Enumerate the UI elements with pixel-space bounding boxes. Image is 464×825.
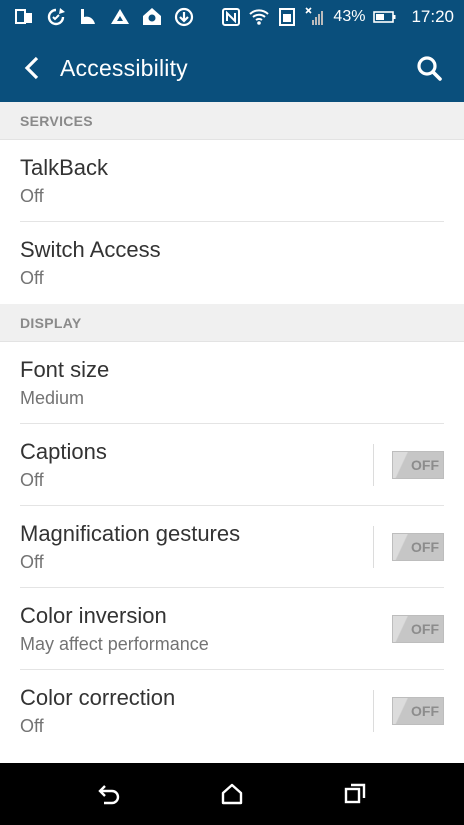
sync-icon: [46, 7, 66, 27]
status-left-icons: [14, 7, 194, 27]
list-item-title: Switch Access: [20, 237, 161, 262]
status-time: 17:20: [411, 7, 454, 26]
list-item-subtitle: Off: [20, 268, 44, 288]
nav-recents-button[interactable]: [335, 774, 375, 814]
status-right-icons: 43% 17:20: [221, 7, 454, 27]
list-item-subtitle: Off: [20, 186, 44, 206]
battery-percent: 43%: [333, 8, 366, 25]
section-header-services: SERVICES: [0, 102, 464, 140]
magnification-gestures-toggle[interactable]: OFF: [392, 533, 444, 561]
divider: [373, 526, 374, 568]
list-item-title: TalkBack: [20, 155, 109, 180]
color-inversion-toggle[interactable]: OFF: [392, 615, 444, 643]
list-item-font-size[interactable]: Font size Medium: [0, 342, 464, 424]
list-item-title: Font size: [20, 357, 110, 382]
drive-icon: [110, 7, 130, 27]
back-button[interactable]: [16, 48, 46, 88]
nav-home-icon: [220, 783, 244, 805]
list-item-captions[interactable]: Captions Off OFF: [0, 424, 464, 506]
list-item-switch-access[interactable]: Switch Access Off: [0, 222, 464, 304]
search-button[interactable]: [412, 48, 446, 88]
search-icon: [416, 55, 442, 81]
section-header-display: DISPLAY: [0, 304, 464, 342]
nav-home-button[interactable]: [212, 774, 252, 814]
list-item-talkback[interactable]: TalkBack Off: [0, 140, 464, 222]
nav-back-button[interactable]: [89, 774, 129, 814]
settings-list: SERVICES TalkBack Off Switch Access Off …: [0, 102, 464, 752]
list-item-subtitle: Medium: [20, 388, 85, 408]
nav-back-icon: [96, 783, 122, 805]
divider: [373, 444, 374, 486]
status-bar: 43% 17:20: [0, 0, 464, 34]
page-title: Accessibility: [60, 54, 188, 81]
nav-recents-icon: [343, 783, 367, 805]
color-correction-toggle[interactable]: OFF: [392, 697, 444, 725]
list-item-magnification-gestures[interactable]: Magnification gestures Off OFF: [0, 506, 464, 588]
navigation-bar: [0, 763, 464, 825]
nfc-icon: [221, 7, 241, 27]
app-bar: Accessibility: [0, 34, 464, 102]
battery-icon: [373, 7, 397, 27]
back-arrow-icon: [22, 55, 40, 81]
home-icon: [142, 7, 162, 27]
sim-icon: [277, 7, 297, 27]
download-icon: [174, 7, 194, 27]
weather-icon: [78, 7, 98, 27]
signal-icon: [305, 7, 325, 27]
list-item-color-inversion[interactable]: Color inversion May affect performance O…: [0, 588, 464, 670]
captions-toggle[interactable]: OFF: [392, 451, 444, 479]
divider: [373, 690, 374, 732]
copy-icon: [14, 7, 34, 27]
list-item-color-correction[interactable]: Color correction Off OFF: [0, 670, 464, 752]
wifi-icon: [249, 7, 270, 27]
